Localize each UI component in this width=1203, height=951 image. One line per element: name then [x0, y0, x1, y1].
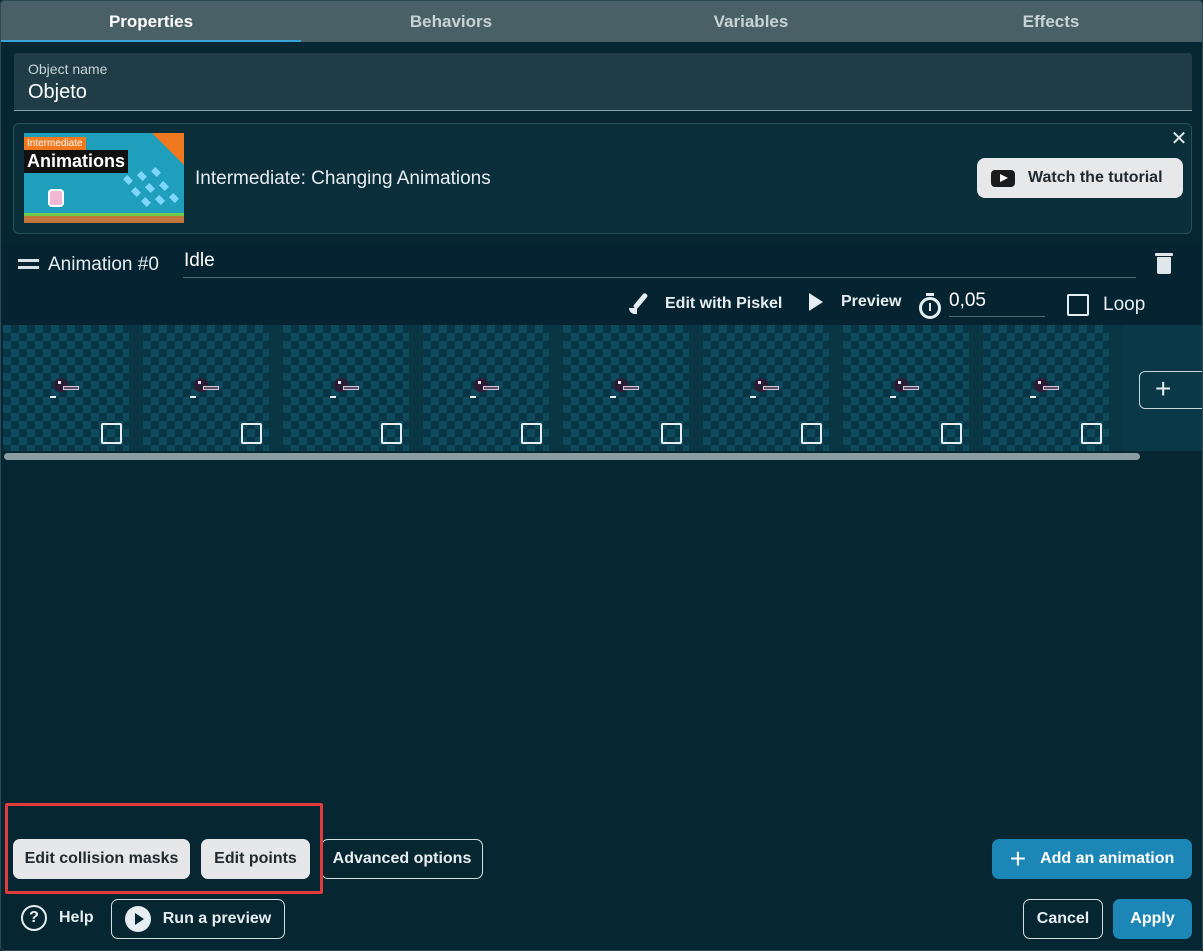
tab-variables[interactable]: Variables	[601, 1, 901, 42]
sprite-thumbnail	[470, 378, 499, 398]
frame-select-checkbox[interactable]	[661, 423, 682, 444]
tutorial-thumbnail[interactable]: Intermediate Animations	[24, 133, 184, 223]
animation-label: Animation #0	[48, 254, 159, 275]
sprite-thumbnail	[890, 378, 919, 398]
watch-tutorial-button[interactable]: Watch the tutorial	[977, 158, 1183, 198]
tutorial-title: Intermediate: Changing Animations	[195, 168, 491, 189]
loop-checkbox[interactable]	[1067, 294, 1089, 316]
animation-frame[interactable]	[983, 325, 1109, 451]
play-icon	[809, 293, 823, 311]
gem-icon	[141, 197, 151, 207]
gem-icon	[137, 171, 147, 181]
frame-select-checkbox[interactable]	[941, 423, 962, 444]
play-circle-icon	[124, 906, 151, 932]
watch-tutorial-label: Watch the tutorial	[1028, 169, 1163, 186]
delete-animation-icon[interactable]	[1155, 253, 1173, 275]
frames-scrollbar[interactable]	[4, 453, 1140, 460]
frames-strip: +	[3, 325, 1202, 451]
gem-icon	[123, 175, 133, 185]
sprite-thumbnail	[1030, 378, 1059, 398]
animation-frame[interactable]	[3, 325, 129, 451]
sprite-thumbnail	[330, 378, 359, 398]
frame-select-checkbox[interactable]	[241, 423, 262, 444]
youtube-icon	[991, 169, 1015, 187]
gem-icon	[169, 193, 179, 203]
drag-handle-icon[interactable]	[18, 259, 39, 269]
animation-frame[interactable]	[703, 325, 829, 451]
gem-icon	[155, 195, 165, 205]
tutorial-card: Intermediate Animations Intermediate: Ch…	[13, 123, 1192, 234]
thumbnail-tag: Intermediate	[24, 137, 86, 150]
object-editor-dialog: Properties Behaviors Variables Effects O…	[0, 0, 1203, 951]
gem-icon	[159, 181, 169, 191]
apply-button[interactable]: Apply	[1113, 899, 1192, 939]
ground	[24, 213, 184, 223]
loop-label: Loop	[1103, 294, 1146, 315]
help-button[interactable]: ? Help	[21, 905, 94, 931]
edit-points-button[interactable]: Edit points	[201, 839, 310, 879]
thumbnail-title: Animations	[24, 150, 129, 173]
sprite-thumbnail	[750, 378, 779, 398]
sprite-thumbnail	[190, 378, 219, 398]
animation-header: Animation #0 Idle Edit with Piskel Previ…	[3, 245, 1202, 325]
character-sprite	[48, 189, 64, 207]
object-name-input[interactable]: Objeto	[28, 81, 87, 104]
object-name-field[interactable]: Object name Objeto	[14, 53, 1192, 111]
edit-collision-masks-button[interactable]: Edit collision masks	[13, 839, 190, 879]
add-frame-button[interactable]: +	[1139, 371, 1202, 409]
gem-icon	[145, 183, 155, 193]
edit-with-piskel-label: Edit with Piskel	[665, 295, 783, 312]
close-icon[interactable]: ✕	[1167, 126, 1191, 151]
tab-bar: Properties Behaviors Variables Effects	[1, 1, 1202, 42]
gem-icon	[151, 167, 161, 177]
run-preview-label: Run a preview	[162, 910, 272, 927]
animation-frame[interactable]	[143, 325, 269, 451]
tab-properties[interactable]: Properties	[1, 1, 301, 42]
frame-select-checkbox[interactable]	[1081, 423, 1102, 444]
time-between-frames-input[interactable]: 0,05	[949, 290, 1045, 317]
object-name-label: Object name	[28, 61, 108, 77]
advanced-options-button[interactable]: Advanced options	[321, 839, 483, 879]
run-preview-button[interactable]: Run a preview	[111, 899, 285, 939]
cancel-button[interactable]: Cancel	[1023, 899, 1103, 939]
preview-label: Preview	[841, 293, 902, 310]
animation-frame[interactable]	[563, 325, 689, 451]
animation-frame[interactable]	[283, 325, 409, 451]
brush-icon	[629, 293, 651, 315]
preview-button[interactable]: Preview	[809, 293, 901, 311]
animation-name-input[interactable]: Idle	[183, 250, 1136, 278]
tab-effects[interactable]: Effects	[901, 1, 1201, 42]
animation-frame[interactable]	[843, 325, 969, 451]
brand-corner	[152, 133, 184, 165]
frame-select-checkbox[interactable]	[521, 423, 542, 444]
plus-icon: +	[1009, 843, 1027, 874]
help-icon: ?	[21, 905, 47, 931]
edit-with-piskel-button[interactable]: Edit with Piskel	[629, 293, 782, 315]
animation-frame[interactable]	[423, 325, 549, 451]
add-animation-label: Add an animation	[1040, 850, 1175, 867]
add-animation-button[interactable]: + Add an animation	[992, 839, 1192, 879]
frame-select-checkbox[interactable]	[381, 423, 402, 444]
add-frame-area: +	[1123, 325, 1202, 451]
sprite-thumbnail	[610, 378, 639, 398]
tab-behaviors[interactable]: Behaviors	[301, 1, 601, 42]
frame-select-checkbox[interactable]	[101, 423, 122, 444]
timer-icon	[918, 293, 942, 319]
help-label: Help	[59, 909, 94, 926]
frame-select-checkbox[interactable]	[801, 423, 822, 444]
gem-icon	[131, 187, 141, 197]
sprite-thumbnail	[50, 378, 79, 398]
